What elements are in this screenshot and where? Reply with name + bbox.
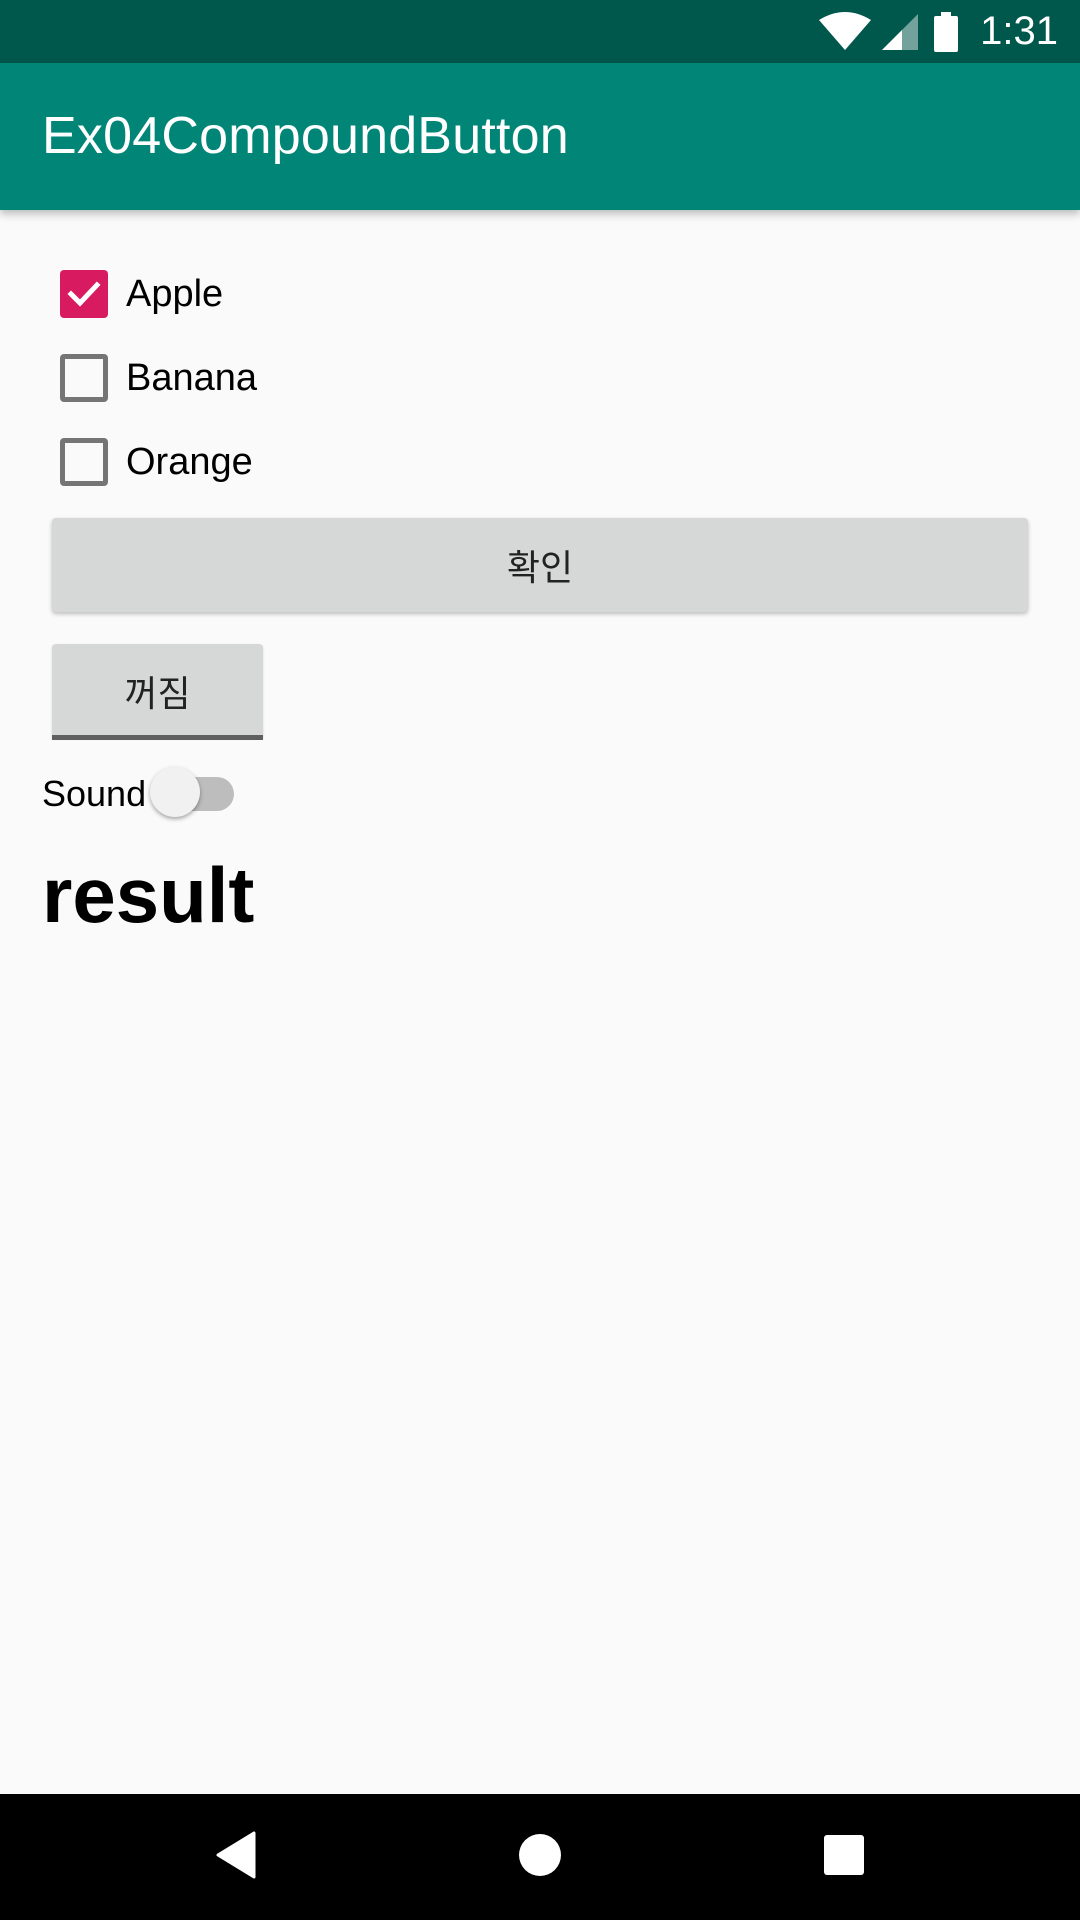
status-time: 1:31	[980, 9, 1058, 53]
recents-button[interactable]	[774, 1794, 914, 1920]
back-button[interactable]	[166, 1794, 306, 1920]
toggle-button[interactable]: 꺼짐	[52, 644, 263, 738]
app-bar: Ex04CompoundButton	[0, 63, 1080, 210]
sound-switch-row: Sound	[42, 758, 246, 830]
back-icon	[214, 1831, 258, 1884]
main-content: Apple Banana Orange 확인 꺼짐 Sound result	[0, 210, 1080, 1794]
screen: 1:31 Ex04CompoundButton Apple Banana Ora…	[0, 0, 1080, 1920]
checkbox-unchecked-icon[interactable]	[60, 438, 108, 486]
sound-switch[interactable]	[150, 758, 246, 830]
app-title: Ex04CompoundButton	[42, 107, 569, 165]
checkbox-apple[interactable]: Apple	[42, 252, 223, 336]
recents-icon	[823, 1834, 865, 1881]
checkbox-banana[interactable]: Banana	[42, 336, 257, 420]
battery-icon	[934, 11, 959, 52]
checkbox-label-orange: Orange	[126, 440, 253, 483]
checkbox-unchecked-icon[interactable]	[60, 354, 108, 402]
navigation-bar	[0, 1794, 1080, 1920]
switch-thumb[interactable]	[150, 767, 201, 817]
status-icons: 1:31	[818, 0, 1058, 63]
status-bar: 1:31	[0, 0, 1080, 63]
home-button[interactable]	[470, 1794, 610, 1920]
home-icon	[517, 1832, 563, 1883]
wifi-icon	[818, 11, 872, 52]
checkbox-checked-icon[interactable]	[60, 270, 108, 318]
result-text: result	[42, 851, 255, 939]
sound-switch-label: Sound	[42, 773, 147, 814]
checkbox-orange[interactable]: Orange	[42, 420, 253, 504]
checkbox-label-apple: Apple	[126, 272, 224, 315]
cell-signal-icon	[880, 12, 920, 52]
toggle-indicator	[52, 735, 263, 740]
confirm-button[interactable]: 확인	[52, 518, 1028, 612]
checkbox-label-banana: Banana	[126, 356, 258, 399]
